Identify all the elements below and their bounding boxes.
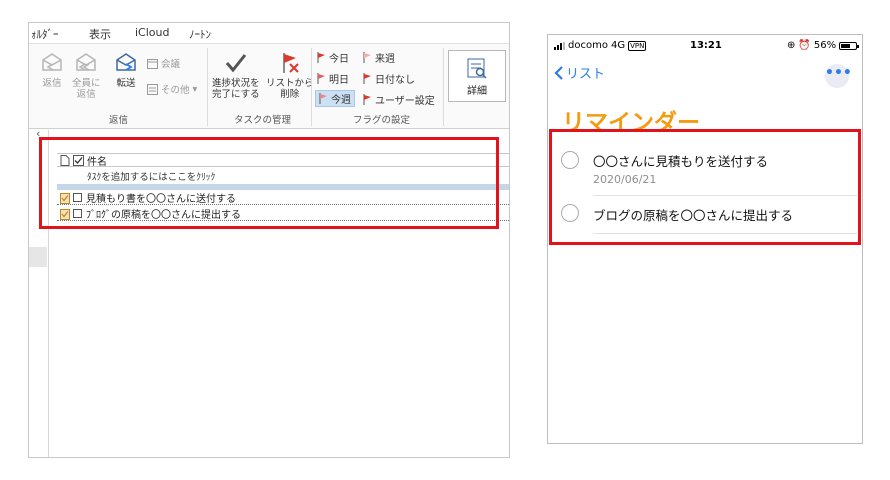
flag-tomorrow-button[interactable]: 明日 — [317, 71, 349, 86]
reply-all-label-1: 全員に — [72, 78, 101, 89]
flag-today-label: 今日 — [329, 54, 349, 65]
battery-percent: 56% — [813, 40, 837, 51]
reply-icon — [42, 53, 62, 71]
red-flag-icon — [319, 93, 327, 104]
remove-label-1: リストから — [266, 78, 314, 89]
carrier-name: docomo — [568, 40, 608, 51]
forward-icon — [116, 53, 136, 71]
alarm-icon: ⏰ — [798, 40, 811, 51]
details-button[interactable]: 詳細 — [448, 50, 506, 102]
forward-label: 転送 — [116, 78, 136, 89]
more-respond-button[interactable]: その他 ▾ — [147, 82, 197, 96]
red-flag-icon — [317, 73, 325, 84]
flag-today-button[interactable]: 今日 — [317, 50, 349, 65]
forward-button[interactable]: 転送 — [113, 50, 139, 89]
mark-complete-label-1: 進捗状況を — [212, 78, 260, 89]
flag-next-week-button[interactable]: 来週 — [363, 50, 395, 65]
reply-all-button[interactable]: 全員に 返信 — [72, 50, 101, 100]
vpn-badge: VPN — [628, 40, 647, 51]
clock: 13:21 — [690, 40, 722, 51]
details-label: 詳細 — [467, 86, 487, 97]
chevron-left-icon — [554, 65, 563, 80]
menu-bar: ｫﾙﾀﾞｰ 表示 iCloud ﾉｰﾄﾝ — [29, 23, 509, 43]
flag-no-date-label: 日付なし — [375, 75, 415, 86]
meeting-label: 会議 — [161, 59, 181, 70]
checkmark-icon — [225, 54, 246, 73]
menu-icloud[interactable]: iCloud — [135, 26, 169, 39]
flag-custom-label: ユーザー設定 — [375, 96, 435, 107]
details-icon — [467, 58, 487, 79]
remove-label-2: 削除 — [280, 89, 300, 100]
flag-no-date-button[interactable]: 日付なし — [363, 71, 415, 86]
red-flag-icon — [363, 52, 371, 63]
group-divider — [207, 48, 208, 126]
network-type: 4G — [610, 40, 626, 51]
flag-this-week-button[interactable]: 今週 — [315, 90, 355, 107]
status-bar: docomo 4G VPN 13:21 ⊕ ⏰ 56% — [548, 35, 862, 57]
more-options-button[interactable]: ••• — [825, 64, 852, 88]
orientation-lock-icon: ⊕ — [787, 40, 796, 51]
group-divider — [311, 48, 312, 126]
back-label: リスト — [566, 67, 606, 82]
mark-complete-button[interactable]: 進捗状況を 完了にする — [212, 50, 260, 100]
red-flag-icon — [317, 52, 325, 63]
reply-button[interactable]: 返信 — [39, 50, 65, 89]
highlight-box-outlook — [39, 137, 499, 229]
more-respond-icon — [147, 83, 158, 95]
signal-icon — [554, 41, 565, 50]
back-button[interactable]: リスト — [554, 63, 605, 82]
battery-icon — [839, 41, 860, 50]
folder-pane-marker — [29, 247, 47, 267]
red-flag-icon — [363, 94, 371, 105]
mark-complete-label-2: 完了にする — [212, 89, 260, 100]
flag-next-week-label: 来週 — [375, 54, 395, 65]
reply-label: 返信 — [42, 78, 62, 89]
flag-custom-button[interactable]: ユーザー設定 — [363, 92, 435, 107]
carrier-info: docomo 4G VPN — [554, 40, 647, 51]
flag-group-label: フラグの設定 — [353, 115, 411, 126]
group-divider — [443, 48, 444, 126]
highlight-box-reminders — [549, 129, 861, 245]
task-group-label: タスクの管理 — [234, 115, 292, 126]
red-flag-icon — [363, 73, 371, 84]
more-respond-label: その他 — [161, 85, 190, 96]
calendar-icon — [147, 58, 158, 69]
flag-tomorrow-label: 明日 — [329, 75, 349, 86]
reply-all-label-2: 返信 — [76, 89, 96, 100]
menu-norton[interactable]: ﾉｰﾄﾝ — [189, 26, 211, 42]
remove-from-list-button[interactable]: リストから 削除 — [266, 50, 314, 100]
flag-this-week-label: 今週 — [331, 95, 351, 106]
status-right: ⊕ ⏰ 56% — [787, 40, 860, 51]
reply-all-icon — [76, 53, 96, 71]
menu-view[interactable]: 表示 — [89, 26, 111, 42]
menu-folder[interactable]: ｫﾙﾀﾞｰ — [31, 26, 59, 42]
ribbon: 返信 全員に 返信 転送 会議 その他 ▾ 返信 進捗状況を 完了にする リスト… — [29, 43, 509, 129]
dropdown-arrow-icon: ▾ — [192, 83, 198, 95]
remove-flag-icon — [283, 53, 299, 73]
outlook-window: ｫﾙﾀﾞｰ 表示 iCloud ﾉｰﾄﾝ 返信 全員に 返信 転送 会議 その他… — [28, 22, 510, 458]
reply-group-label: 返信 — [109, 115, 129, 126]
meeting-button[interactable]: 会議 — [147, 56, 180, 70]
